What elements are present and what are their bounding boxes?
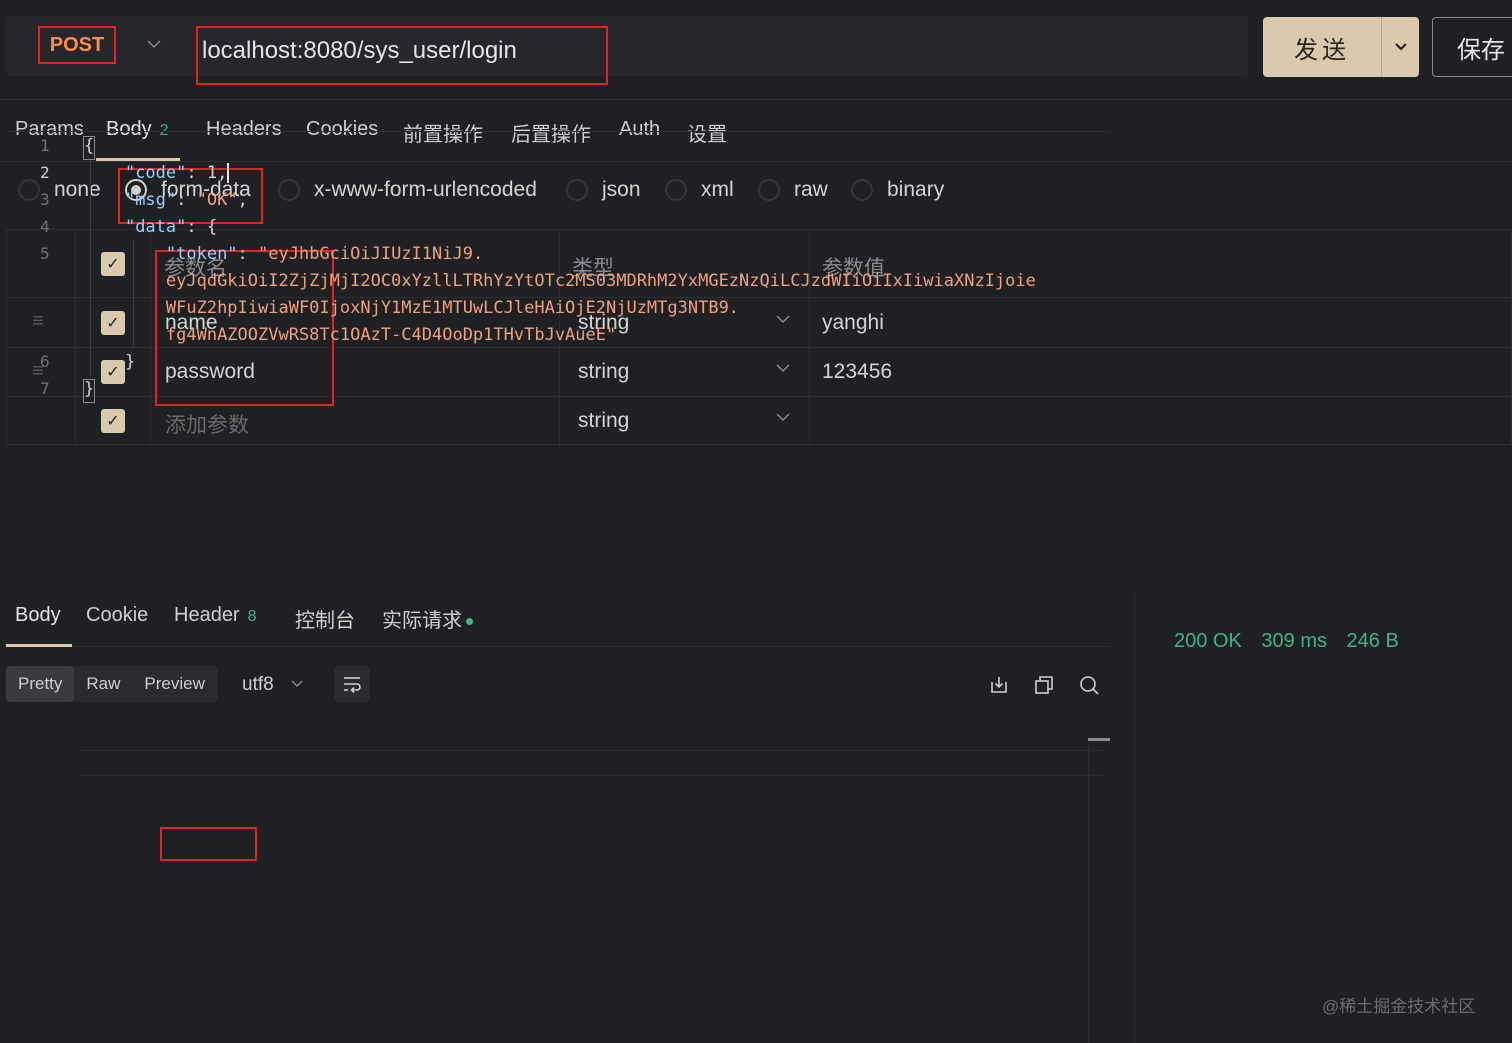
save-button[interactable]: 保存 xyxy=(1432,17,1512,77)
url-input[interactable]: localhost:8080/sys_user/login xyxy=(196,26,608,85)
json-brace: } xyxy=(84,379,95,399)
resp-tab-actual-request[interactable]: 实际请求 xyxy=(382,604,473,633)
resp-tab-console[interactable]: 控制台 xyxy=(295,604,355,633)
url-bar xyxy=(6,16,1248,76)
view-pretty[interactable]: Pretty xyxy=(6,666,75,702)
line-number: 4 xyxy=(40,217,50,236)
json-brace: { xyxy=(84,136,95,156)
json-brace: } xyxy=(124,352,136,372)
json-value: eyJqdGkiOiI2ZjZjMjI2OC0xYzllLTRhYzYtOTc2… xyxy=(165,271,1036,291)
code-line: WFuZ2hpIiwiaWF0IjoxNjY1MzE1MTUwLCJleHAiO… xyxy=(84,298,739,318)
view-raw[interactable]: Raw xyxy=(74,666,132,702)
chevron-down-icon[interactable] xyxy=(146,34,162,55)
line-number: 3 xyxy=(40,190,50,209)
line-number: 2 xyxy=(40,163,50,182)
code-line: fg4WnAZOOZVwRS8Tc1OAzT-C4D4OoDp1THvTbJvA… xyxy=(84,325,616,345)
view-preview[interactable]: Preview xyxy=(132,666,216,702)
response-time: 309 ms xyxy=(1261,630,1327,652)
code-line: "code": 1, xyxy=(124,163,230,183)
code-line: "token": "eyJhbGciOiJIUzI1NiJ9. xyxy=(165,244,484,264)
code-line: "msg": "OK", xyxy=(124,190,248,210)
search-icon[interactable] xyxy=(1078,674,1100,696)
line-number-gutter: 1 2 3 4 5 6 7 xyxy=(6,132,78,454)
method-select[interactable]: POST xyxy=(38,26,116,64)
response-code-viewer[interactable]: 1 2 3 4 5 6 7 { "code": 1, "msg": "OK", … xyxy=(6,131,1110,453)
panel-divider[interactable] xyxy=(1134,590,1135,1043)
request-bar: POST localhost:8080/sys_user/login 发送 保存 xyxy=(0,0,1512,100)
line-number: 7 xyxy=(40,379,50,398)
watermark: @稀土掘金技术社区 xyxy=(1322,997,1476,1016)
resp-tab-header[interactable]: Header 8 xyxy=(174,604,257,627)
json-key: "code" xyxy=(124,163,187,183)
live-dot-icon xyxy=(466,618,473,626)
code-line: } xyxy=(84,352,135,372)
code-line: eyJqdGkiOiI2ZjZjMjI2OC0xYzllLTRhYzYtOTc2… xyxy=(84,271,1036,291)
tab-count-badge: 8 xyxy=(247,608,257,625)
highlight-box xyxy=(160,827,257,861)
json-value: WFuZ2hpIiwiaWF0IjoxNjY1MzE1MTUwLCJleHAiO… xyxy=(165,298,740,318)
code-line: { xyxy=(84,136,94,156)
send-options-chevron-icon[interactable] xyxy=(1381,17,1419,77)
current-line-highlight xyxy=(78,750,1104,776)
send-label[interactable]: 发送 xyxy=(1263,17,1381,77)
tab-label: Body xyxy=(15,604,61,626)
line-number: 6 xyxy=(40,352,50,371)
response-status: 200 OK 309 ms 246 B xyxy=(1174,630,1413,653)
send-button[interactable]: 发送 xyxy=(1263,17,1419,77)
code-line: "data": { xyxy=(124,217,218,237)
json-key: "token" xyxy=(165,244,238,264)
tab-label: 实际请求 xyxy=(382,610,462,632)
json-value: fg4WnAZOOZVwRS8Tc1OAzT-C4D4OoDp1THvTbJvA… xyxy=(165,325,617,345)
resp-tab-body[interactable]: Body xyxy=(15,604,61,627)
view-mode-segment: Pretty Raw Preview xyxy=(6,666,218,702)
text-cursor xyxy=(227,163,230,183)
response-panel: Body Cookie Header 8 控制台 实际请求 Pretty Raw … xyxy=(0,590,1134,1043)
tab-label: Cookie xyxy=(86,604,149,626)
resp-tab-cookie[interactable]: Cookie xyxy=(86,604,148,627)
scrollbar-track[interactable] xyxy=(1088,744,1089,1043)
line-number: 1 xyxy=(40,136,50,155)
line-number: 5 xyxy=(40,244,50,263)
response-size: 246 B xyxy=(1346,630,1399,652)
json-value: "eyJhbGciOiJIUzI1NiJ9. xyxy=(258,244,484,264)
active-tab-indicator xyxy=(6,644,72,647)
json-value: 1 xyxy=(206,163,218,183)
json-key: "msg" xyxy=(124,190,177,210)
tab-label: 控制台 xyxy=(295,610,355,632)
status-code: 200 OK xyxy=(1174,630,1242,652)
divider xyxy=(6,646,1110,647)
word-wrap-icon[interactable] xyxy=(334,666,370,702)
tab-label: Header xyxy=(174,604,240,626)
json-value: "OK" xyxy=(196,190,238,210)
json-key: "data" xyxy=(124,217,187,237)
chevron-down-icon[interactable] xyxy=(290,676,304,692)
download-icon[interactable] xyxy=(988,674,1010,696)
copy-icon[interactable] xyxy=(1033,674,1055,696)
code-line: } xyxy=(84,379,94,399)
scrollbar-thumb[interactable] xyxy=(1088,738,1110,741)
encoding-select[interactable]: utf8 xyxy=(242,674,274,696)
